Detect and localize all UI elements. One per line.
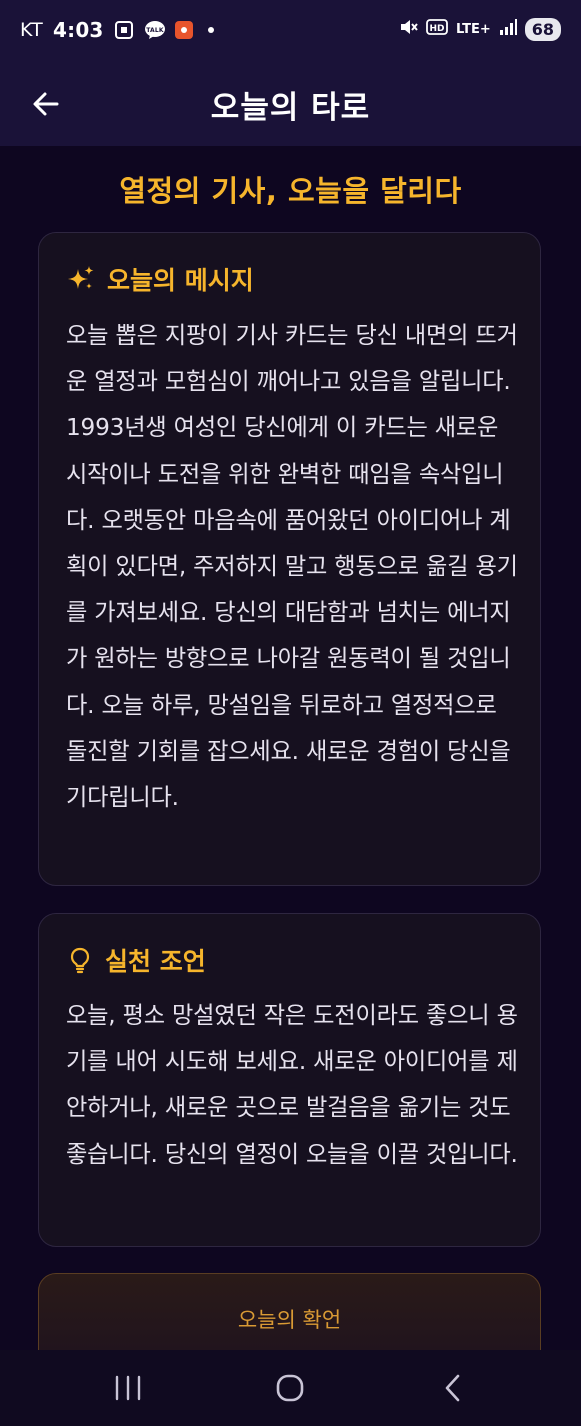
status-left: KT 4:03 TALK [20,18,214,42]
battery-indicator: 68 [524,17,561,41]
mute-icon [398,17,418,41]
advice-card: 실천 조언 오늘, 평소 망설였던 작은 도전이라도 좋으니 용기를 내어 시도… [38,913,541,1247]
signal-icon [499,18,517,40]
message-body: 오늘 뽑은 지팡이 기사 카드는 당신 내면의 뜨거운 열정과 모험심이 깨어나… [66,322,518,812]
screenshot-icon [114,20,134,40]
advice-heading: 실천 조언 [105,947,206,976]
carrier-label: KT [20,19,43,41]
status-bar: KT 4:03 TALK HD LTE+ 68 [0,0,581,62]
recent-apps-button[interactable] [103,1368,153,1408]
advice-body: 오늘, 평소 망설였던 작은 도전이라도 좋으니 용기를 내어 시도해 보세요.… [66,1002,518,1168]
clock: 4:03 [53,18,104,42]
hd-icon: HD [426,18,448,40]
svg-text:HD: HD [429,24,444,34]
nav-back-icon [445,1374,460,1402]
screen: KT 4:03 TALK HD LTE+ 68 오늘의 타로 열정의 기사, 오… [0,0,581,1426]
svg-text:TALK: TALK [146,27,164,34]
page-title: 오늘의 타로 [210,90,371,126]
home-button[interactable] [265,1368,315,1408]
message-header: 오늘의 메시지 [67,261,254,297]
sparkle-icon [68,266,94,289]
tarot-card-title: 열정의 기사, 오늘을 달리다 [119,174,462,208]
app-notification-icon [174,20,194,40]
system-nav-bar [0,1350,581,1426]
kakaotalk-icon: TALK [144,20,165,40]
advice-header: 실천 조언 [67,942,206,978]
lightbulb-icon [70,947,90,974]
nav-back-button[interactable] [428,1368,478,1408]
dot-icon [207,27,214,33]
message-heading: 오늘의 메시지 [107,266,254,295]
app-header: 오늘의 타로 [0,62,581,146]
network-label: LTE+ [455,21,491,37]
message-card: 오늘의 메시지 오늘 뽑은 지팡이 기사 카드는 당신 내면의 뜨거운 열정과 … [38,232,541,886]
affirmation-heading: 오늘의 확언 [237,1308,342,1332]
affirmation-card[interactable]: 오늘의 확언 [38,1273,541,1350]
home-icon [276,1374,304,1402]
status-right: HD LTE+ 68 [398,17,561,41]
content-scroll-area[interactable]: 열정의 기사, 오늘을 달리다 오늘의 메시지 오늘 뽑은 지팡이 기사 카드는… [0,146,581,1350]
recent-apps-icon [115,1375,141,1401]
